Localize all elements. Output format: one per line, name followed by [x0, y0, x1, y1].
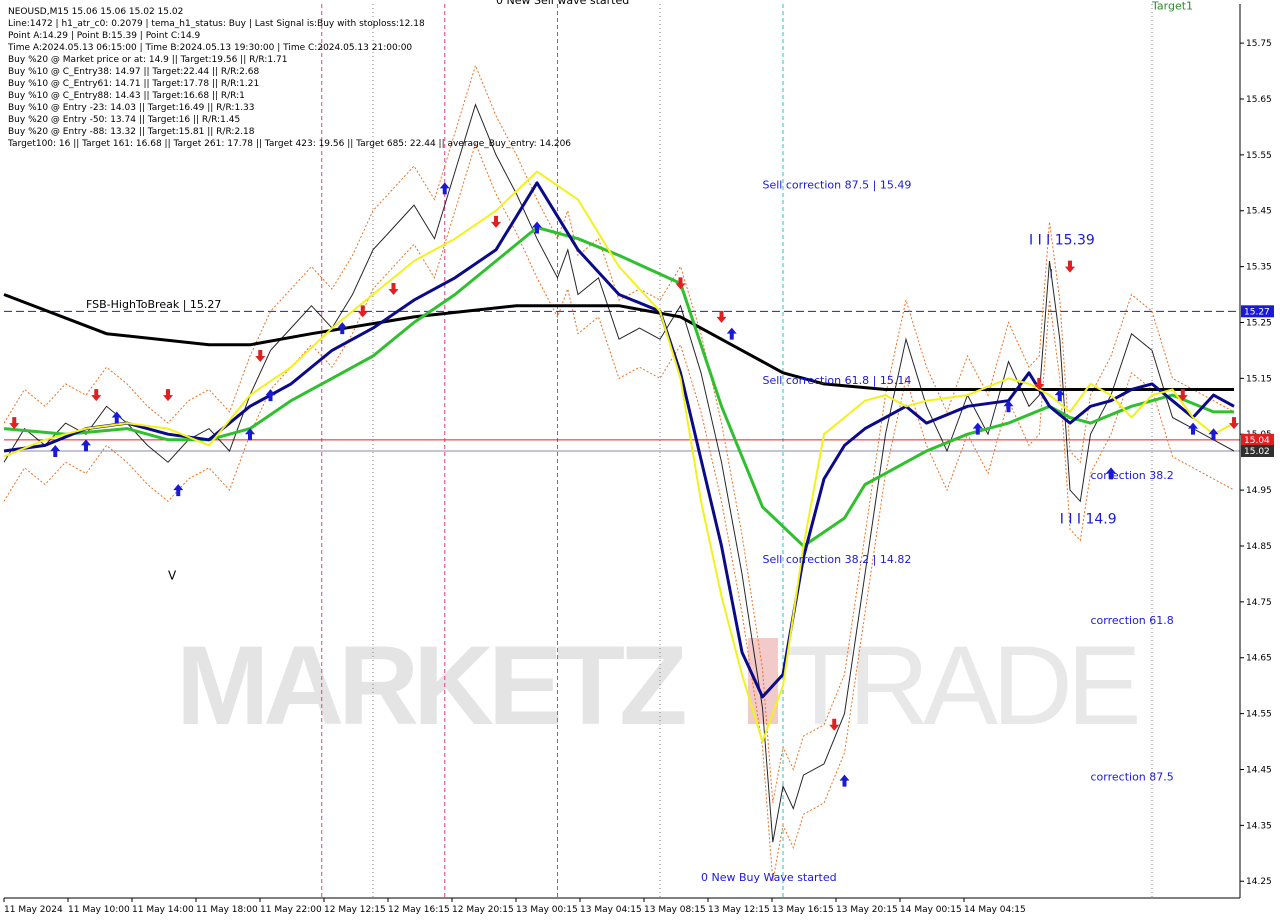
annotation-label: Sell correction 38.2 | 14.82 — [763, 553, 912, 566]
annotation-label: 0 New Buy Wave started — [701, 871, 837, 884]
sell-arrow-icon — [357, 305, 368, 318]
y-tick-label: 14.35 — [1246, 821, 1272, 831]
x-tick-label: 11 May 18:00 — [196, 905, 258, 915]
x-tick-label: 11 May 14:00 — [132, 905, 194, 915]
annotation-label: FSB-HighToBreak | 15.27 — [86, 298, 221, 311]
annotation-label: I I I 14.9 — [1060, 512, 1117, 528]
x-tick-label: 11 May 2024 — [4, 905, 63, 915]
info-line: Buy %20 @ Market price or at: 14.9 || Ta… — [8, 55, 287, 65]
annotation-label: correction 61.8 — [1091, 614, 1174, 627]
buy-arrow-icon — [173, 484, 184, 497]
info-line: Buy %20 @ Entry -50: 13.74 || Target:16 … — [8, 115, 240, 125]
sell-arrow-icon — [675, 277, 686, 290]
buy-arrow-icon — [50, 445, 61, 457]
y-tick-label: 14.45 — [1246, 765, 1272, 775]
x-tick-label: 13 May 16:15 — [772, 905, 834, 915]
x-tick-label: 13 May 04:15 — [580, 905, 642, 915]
y-tick-label: 15.25 — [1246, 318, 1272, 328]
x-tick-label: 12 May 20:15 — [452, 905, 514, 915]
x-tick-label: 13 May 00:15 — [516, 905, 578, 915]
buy-arrow-icon — [726, 327, 737, 340]
y-tick-label: 15.45 — [1246, 207, 1272, 217]
watermark: MARKETZ TRADE — [176, 623, 1143, 748]
symbol-header: NEOUSD,M15 15.06 15.06 15.02 15.02 — [8, 7, 183, 17]
info-line: Buy %20 @ Entry -88: 13.32 || Target:15.… — [8, 127, 255, 137]
info-line: Time A:2024.05.13 06:15:00 | Time B:2024… — [7, 43, 412, 53]
info-line: Buy %10 @ Entry -23: 14.03 || Target:16.… — [8, 103, 255, 113]
x-tick-label: 12 May 16:15 — [388, 905, 450, 915]
info-line: Target100: 16 || Target 161: 16.68 || Ta… — [7, 139, 571, 149]
indicator-info-block: NEOUSD,M15 15.06 15.06 15.02 15.02 Line:1… — [7, 7, 571, 149]
annotation-label: 0 New Sell wave started — [496, 0, 629, 7]
y-tick-label: 15.35 — [1246, 263, 1272, 273]
y-tick-label: 15.15 — [1246, 374, 1272, 384]
buy-arrow-icon — [337, 322, 348, 335]
x-tick-label: 13 May 20:15 — [836, 905, 898, 915]
y-tick-label: 15.55 — [1246, 151, 1272, 161]
buy-arrow-icon — [1188, 422, 1198, 435]
y-tick-label: 14.65 — [1246, 654, 1272, 664]
annotation-label: Sell correction 61.8 | 15.14 — [763, 374, 912, 387]
x-tick-label: 12 May 12:15 — [324, 905, 386, 915]
price-series — [3, 64, 1235, 882]
sell-arrow-icon — [91, 389, 102, 402]
price-label: 15.27 — [1244, 307, 1270, 317]
annotation-label: Target1 — [1151, 0, 1193, 13]
info-line: Buy %10 @ C_Entry38: 14.97 || Target:22.… — [8, 67, 259, 77]
x-tick-label: 14 May 04:15 — [964, 905, 1026, 915]
horizontal-levels — [4, 310, 1240, 452]
sell-arrow-icon — [491, 215, 501, 228]
annotation-label: V — [168, 569, 177, 583]
annotation-label: correction 38.2 — [1091, 469, 1174, 482]
x-tick-label: 14 May 00:15 — [900, 905, 962, 915]
y-tick-label: 15.65 — [1246, 95, 1272, 105]
x-tick-label: 13 May 08:15 — [644, 905, 706, 915]
buy-arrow-icon — [111, 411, 122, 424]
x-tick-label: 13 May 12:15 — [708, 905, 770, 915]
y-tick-label: 14.85 — [1246, 542, 1272, 552]
annotation-label: Sell correction 87.5 | 15.49 — [763, 178, 912, 191]
info-line: Line:1472 | h1_atr_c0: 0.2079 | tema_h1_… — [8, 19, 425, 29]
sell-arrow-icon — [1229, 417, 1239, 430]
chart-window: MARKETZ TRADE 0 New Sell wave started Targ… — [0, 0, 1280, 920]
info-line: Buy %10 @ C_Entry61: 14.71 || Target:17.… — [8, 79, 259, 89]
buy-arrow-icon — [839, 774, 850, 787]
sell-arrow-icon — [163, 389, 173, 402]
y-tick-label: 14.95 — [1246, 486, 1272, 496]
y-tick-label: 14.55 — [1246, 710, 1272, 720]
y-tick-label: 15.75 — [1246, 39, 1272, 49]
info-line: Buy %10 @ C_Entry88: 14.43 || Target:16.… — [8, 91, 245, 101]
sell-arrow-icon — [9, 417, 20, 430]
buy-arrow-icon — [81, 439, 91, 452]
annotation-label: correction 87.5 — [1091, 771, 1174, 784]
buy-arrow-icon — [265, 389, 276, 402]
price-label: 15.02 — [1244, 447, 1270, 457]
sell-arrow-icon — [388, 282, 399, 295]
y-tick-label: 14.75 — [1246, 598, 1272, 608]
price-label: 15.04 — [1244, 436, 1270, 446]
sell-arrow-icon — [255, 350, 266, 363]
info-line: Point A:14.29 | Point B:15.39 | Point C:… — [8, 31, 201, 41]
annotation-label: I I I 15.39 — [1029, 232, 1095, 248]
sell-arrow-icon — [716, 310, 727, 323]
sell-arrow-icon — [1065, 260, 1075, 273]
annotation-label: I — [1050, 267, 1054, 281]
price-chart[interactable]: MARKETZ TRADE 0 New Sell wave started Targ… — [0, 0, 1280, 920]
x-tick-label: 11 May 22:00 — [260, 905, 322, 915]
x-tick-label: 11 May 10:00 — [68, 905, 130, 915]
watermark-left: MARKETZ — [176, 623, 685, 748]
y-tick-label: 14.25 — [1246, 877, 1272, 887]
